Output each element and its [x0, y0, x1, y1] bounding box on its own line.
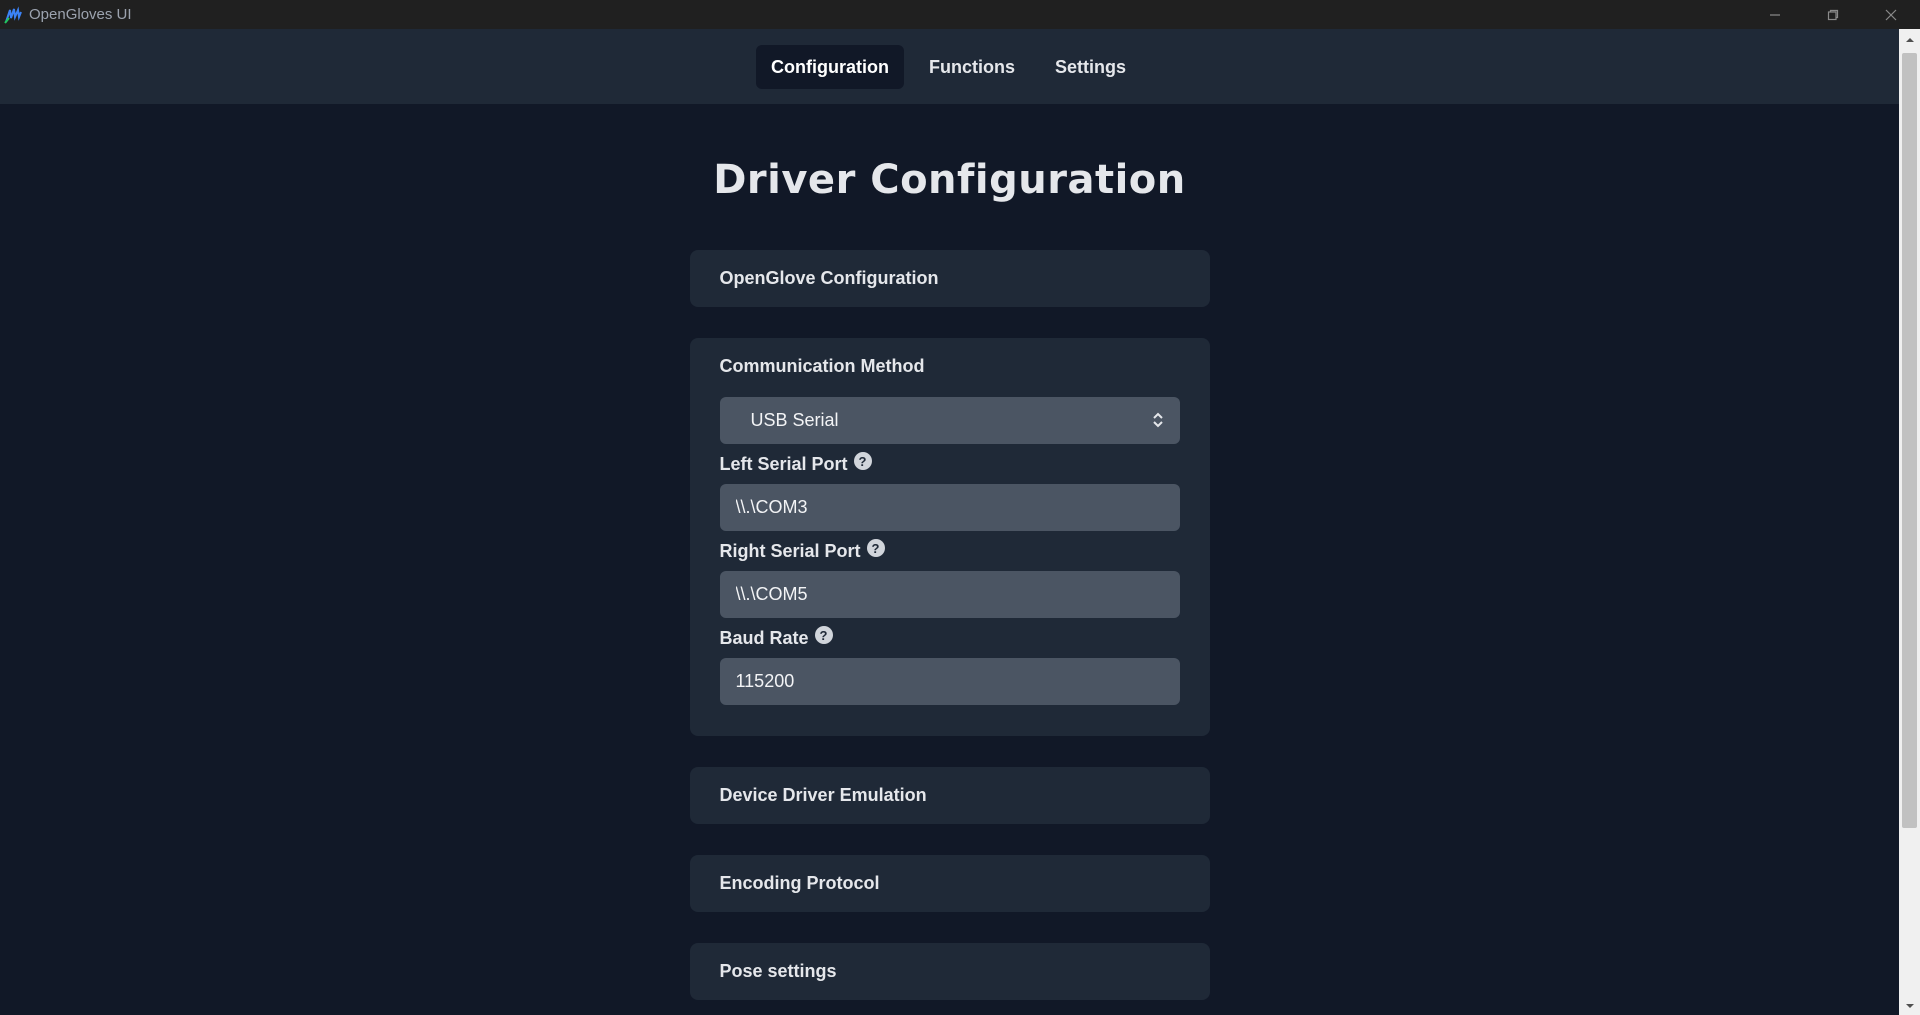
section-encoding-protocol[interactable]: Encoding Protocol [689, 855, 1210, 912]
scroll-up-arrow-icon[interactable] [1899, 31, 1920, 49]
help-icon[interactable]: ? [866, 539, 885, 557]
page-title: Driver Configuration [713, 157, 1186, 203]
window-title: OpenGloves UI [29, 6, 132, 23]
help-icon[interactable]: ? [853, 452, 872, 470]
section-title: OpenGlove Configuration [719, 268, 939, 288]
tab-functions[interactable]: Functions [914, 45, 1030, 89]
tab-configuration[interactable]: Configuration [756, 44, 904, 89]
left-serial-port-label-row: Left Serial Port ? [720, 452, 1180, 476]
baud-rate-label: Baud Rate [719, 627, 809, 648]
left-serial-port-label: Left Serial Port [719, 453, 848, 474]
top-navbar: Configuration Functions Settings [0, 29, 1899, 104]
restore-icon [1827, 9, 1839, 20]
vertical-scrollbar[interactable] [1899, 29, 1920, 1015]
minimize-button[interactable] [1746, 0, 1804, 29]
section-title: Pose settings [719, 961, 837, 981]
close-button[interactable] [1862, 0, 1920, 29]
restore-button[interactable] [1804, 0, 1862, 29]
close-icon [1885, 9, 1897, 20]
section-title: Device Driver Emulation [719, 785, 927, 805]
minimize-icon [1770, 13, 1780, 16]
communication-method-select[interactable]: USB Serial [719, 397, 1180, 444]
section-opengloves-configuration[interactable]: OpenGlove Configuration [689, 250, 1210, 307]
main-content: Driver Configuration OpenGlove Configura… [0, 104, 1899, 1015]
right-serial-port-label-row: Right Serial Port ? [720, 539, 1180, 563]
right-serial-port-label: Right Serial Port [719, 540, 861, 561]
tab-settings[interactable]: Settings [1040, 45, 1141, 89]
section-pose-settings[interactable]: Pose settings [689, 943, 1210, 1000]
scrollbar-thumb[interactable] [1902, 53, 1917, 828]
up-down-chevron-icon [1152, 412, 1163, 428]
app-logo-icon [4, 5, 24, 25]
help-icon[interactable]: ? [814, 626, 833, 644]
section-title: Communication Method [719, 356, 925, 376]
section-communication-method: Communication Method USB Serial Left Ser… [689, 338, 1210, 736]
baud-rate-input[interactable] [719, 658, 1180, 705]
window-titlebar: OpenGloves UI [0, 0, 1920, 29]
section-title: Encoding Protocol [719, 873, 880, 893]
baud-rate-label-row: Baud Rate ? [720, 626, 1180, 650]
section-device-driver-emulation[interactable]: Device Driver Emulation [689, 767, 1210, 824]
right-serial-port-input[interactable] [719, 571, 1180, 618]
left-serial-port-input[interactable] [719, 484, 1180, 531]
select-value: USB Serial [750, 410, 839, 430]
scroll-down-arrow-icon[interactable] [1899, 997, 1920, 1015]
nav-tabs: Configuration Functions Settings [756, 44, 1141, 89]
